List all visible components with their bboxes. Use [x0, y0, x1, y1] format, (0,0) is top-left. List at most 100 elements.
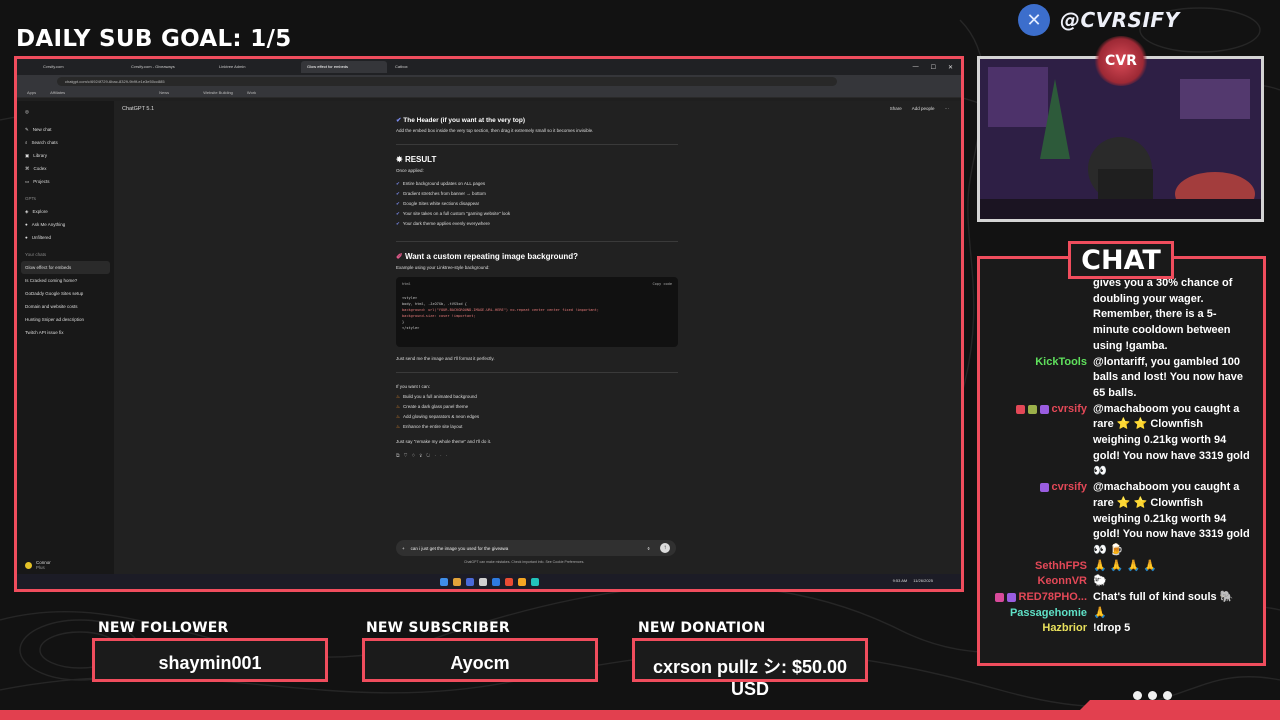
url-field[interactable]: chatgpt.com/c/6924f729-6bac-8329-9b9f-e1…: [57, 76, 837, 86]
chat-username[interactable]: Hazbrior: [1042, 621, 1087, 637]
alert-box: Ayocm: [362, 638, 598, 682]
check-icon: ✔: [396, 201, 400, 206]
chat-username[interactable]: SethhFPS: [1035, 559, 1087, 575]
chat-username[interactable]: cvrsify: [1052, 480, 1087, 559]
chat-username-wrap: SethhFPS: [980, 559, 1093, 575]
chat-badge-icon: [994, 593, 1004, 603]
follower-alert: NEW FOLLOWER shaymin001: [92, 620, 328, 682]
list-item: ♨ Build you a full animated background: [396, 393, 678, 400]
heading-text: Want a custom repeating image background…: [404, 252, 578, 261]
chat-username[interactable]: Passagehomie: [1010, 606, 1087, 622]
maximize-icon[interactable]: ☐: [931, 64, 936, 71]
list-item-text: Create a dark glass panel theme: [403, 404, 469, 409]
openai-logo-icon[interactable]: ◎: [25, 109, 106, 123]
browser-tab[interactable]: Cvrsify.com - Giveaways: [125, 61, 211, 73]
sidebar-chat[interactable]: Is Cracked coming home?: [25, 274, 106, 287]
check-icon: ✔: [396, 221, 400, 226]
browser-tab[interactable]: Cvrsify.com: [37, 61, 123, 73]
chat-message: cvrsify @machaboom you caught a rare ⭐ ⭐ …: [980, 480, 1257, 559]
list-item: ✔ Entire background updates on ALL pages: [396, 180, 678, 187]
bookmark-item[interactable]: Apps: [27, 90, 36, 95]
copy-icon[interactable]: ⧉: [396, 453, 404, 459]
gpts-heading: GPTs: [25, 196, 37, 201]
sidebar-chat[interactable]: Twitch API issue fix: [25, 326, 106, 339]
chatgpt-sidebar: ◎ ✎ New chat ⌕ Search chats ▣ Library ⌘ Code…: [17, 101, 114, 576]
mic-icon[interactable]: ⌽: [647, 546, 650, 551]
chat-message-text: 🙏 🙏 🙏 🙏: [1093, 559, 1157, 572]
sidebar-chat[interactable]: Domain and website costs: [25, 300, 106, 313]
sidebar-gpt[interactable]: ● Unfiltered: [25, 231, 106, 244]
bookmark-item[interactable]: Work: [247, 90, 256, 95]
sidebar-projects[interactable]: ▭ Projects: [25, 175, 106, 188]
sidebar-library[interactable]: ▣ Library: [25, 149, 106, 162]
model-selector[interactable]: ChatGPT 5.1: [122, 106, 154, 112]
system-tray: 9:53 AM 11/26/2025: [893, 578, 933, 583]
prompt-text: can i just get the image you used for th…: [410, 545, 509, 551]
sidebar-codex[interactable]: ⌘ Codex: [25, 162, 106, 175]
sidebar-chat-active[interactable]: Glow effect for embeds: [21, 261, 110, 274]
bookmark-item[interactable]: Website Building: [203, 90, 233, 95]
chat-username[interactable]: KickTools: [1035, 355, 1087, 402]
bookmark-item[interactable]: Affiliates: [50, 90, 65, 95]
header-heading: ✔ The Header (if you want at the very to…: [396, 117, 678, 124]
sidebar-item-label: New chat: [32, 127, 52, 132]
close-icon[interactable]: ✕: [948, 64, 953, 71]
check-icon: ✔: [396, 181, 400, 186]
app-icon[interactable]: [530, 577, 539, 586]
bookmarks-bar: Apps Affiliates News Website Building Wo…: [17, 87, 961, 98]
bookmark-item[interactable]: News: [159, 90, 169, 95]
chat-badge-icon: [1027, 404, 1037, 414]
chat-username[interactable]: KeonnVR: [1038, 574, 1088, 590]
explore-icon: ◈: [25, 208, 29, 214]
list-item-text: Enhance the entire site layout: [403, 424, 463, 429]
folder-icon[interactable]: [517, 577, 526, 586]
chrome-icon[interactable]: [452, 577, 461, 586]
sidebar-chat[interactable]: GoDaddy Google Sites setup: [25, 287, 106, 300]
obs-icon[interactable]: [478, 577, 487, 586]
chat-username[interactable]: RED78PHO...: [1019, 590, 1087, 606]
top-actions: Share Add people ···: [890, 106, 949, 111]
app-icon[interactable]: [504, 577, 513, 586]
browser-tab[interactable]: Catbox: [389, 61, 475, 73]
windows-start-icon[interactable]: [439, 577, 448, 586]
share-button[interactable]: Share: [890, 106, 902, 111]
browser-tab-active[interactable]: Glow effect for embeds: [301, 61, 387, 73]
send-button[interactable]: ↑: [660, 543, 670, 553]
copy-code-button[interactable]: Copy code: [653, 281, 672, 287]
fire-icon: ♨: [396, 404, 401, 409]
check-icon: ✔: [396, 191, 400, 196]
alert-value: shaymin001: [158, 653, 262, 673]
sidebar-gpt[interactable]: ● Ask Me Anything: [25, 218, 106, 231]
twitter-icon: ✕: [1018, 4, 1050, 36]
prompt-input[interactable]: + can i just get the image you used for …: [396, 540, 676, 556]
plus-icon[interactable]: +: [402, 546, 405, 551]
header-text: Add the embed box inside the very top se…: [396, 128, 594, 133]
more-icon[interactable]: ···: [945, 106, 950, 111]
paintbrush-icon: ✐: [396, 252, 403, 261]
more-icon[interactable]: ···: [434, 453, 451, 459]
message-actions: ⧉♡♢⇪↻···: [396, 453, 678, 460]
codex-icon: ⌘: [25, 165, 30, 171]
edge-icon[interactable]: [491, 577, 500, 586]
chat-message-text: 🐑: [1093, 575, 1107, 588]
sidebar-gpt-explore[interactable]: ◈ Explore: [25, 205, 106, 218]
user-profile[interactable]: Connor Plus: [25, 560, 51, 570]
list-item: ♨ Enhance the entire site layout: [396, 423, 678, 430]
add-people-button[interactable]: Add people: [912, 106, 935, 111]
chat-panel: gives you a 30% chance of doubling your …: [977, 256, 1266, 666]
chat-username[interactable]: cvrsify: [1052, 402, 1087, 481]
minimize-icon[interactable]: —: [913, 64, 919, 71]
list-item-text: Your site takes on a full custom "gaming…: [402, 211, 511, 216]
sidebar-new-chat[interactable]: ✎ New chat: [25, 123, 106, 136]
list-item: ✔ Your site takes on a full custom "gamin…: [396, 210, 678, 217]
handle-text: @CVRSIFY: [1060, 8, 1180, 32]
sidebar-chat[interactable]: Hunting Sniper ad description: [25, 313, 106, 326]
alert-value: cxrson pullz シ: $50.00 USD: [652, 657, 848, 699]
sidebar-search-chats[interactable]: ⌕ Search chats: [25, 136, 106, 149]
browser-tab[interactable]: Linktree Admin: [213, 61, 299, 73]
list-item-text: Entire background updates on ALL pages: [402, 181, 486, 186]
steam-icon[interactable]: [465, 577, 474, 586]
chat-message: KickTools @lontariff, you gambled 100 bal…: [980, 355, 1257, 402]
chat-username-wrap: KeonnVR: [980, 574, 1093, 590]
chat-message: KeonnVR 🐑: [980, 574, 1257, 590]
